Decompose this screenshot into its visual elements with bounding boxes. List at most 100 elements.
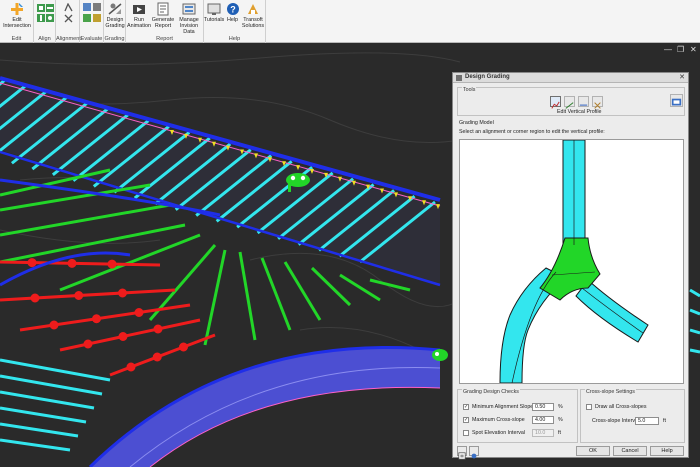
max-cross-slope-unit: %	[558, 417, 563, 423]
ribbon-toolbar: Edit Intersection Edit Align Alignment E…	[0, 0, 700, 43]
grading-line	[203, 249, 227, 346]
ribbon-group-report: Run Animation Generate Report Manage Inv…	[126, 0, 204, 43]
max-cross-slope-input[interactable]: 4.00	[532, 416, 554, 424]
group-label-alignment: Alignment	[56, 36, 81, 42]
align-bottom-icon[interactable]	[46, 14, 54, 22]
tools-group-label: Tools	[462, 87, 477, 93]
grade-tool-3[interactable]	[578, 96, 589, 107]
group-label-report: Report	[156, 36, 173, 42]
slope-node	[67, 258, 77, 268]
slope-node	[152, 352, 162, 362]
grade-tool-4[interactable]	[592, 96, 603, 109]
grade-tool-2[interactable]	[564, 96, 575, 109]
align-top-icon[interactable]	[37, 14, 45, 22]
dialog-title: Design Grading	[465, 74, 510, 80]
cross-slope-interval-input[interactable]: 5.0	[635, 417, 659, 425]
help-button[interactable]: Help	[650, 446, 684, 456]
edit-intersection-icon	[11, 3, 23, 15]
spot-elevation-input[interactable]: 10.0	[532, 429, 554, 437]
svg-text:?: ?	[230, 5, 236, 15]
min-alignment-slope-label: Minimum Alignment Slope	[472, 404, 534, 410]
slope-node	[30, 293, 40, 303]
evaluate-path-icon[interactable]	[93, 14, 101, 22]
run-animation-button[interactable]: Run Animation	[127, 2, 151, 29]
help-ribbon-button[interactable]: ? Help	[224, 2, 241, 23]
ribbon-group-alignment: Alignment	[56, 0, 81, 43]
design-grading-button[interactable]: Design Grading	[105, 2, 125, 29]
slope-node	[74, 291, 84, 300]
max-cross-slope-checkbox[interactable]: ✓	[463, 417, 469, 423]
manage-invision-data-label: Manage Invision Data	[179, 17, 199, 35]
cross-slope-line	[0, 406, 87, 424]
grading-line	[0, 203, 171, 237]
grading-line	[369, 278, 411, 292]
right-edge-lines	[689, 288, 700, 354]
transoft-solutions-button[interactable]: Transoft Solutions	[240, 2, 266, 29]
red-slope-lines	[0, 258, 216, 377]
ok-button[interactable]: OK	[576, 446, 610, 456]
slope-node	[118, 288, 127, 298]
dialog-tool-left-1[interactable]	[457, 446, 467, 460]
grading-design-checks-label: Grading Design Checks	[462, 389, 520, 395]
cross-slope-line	[0, 374, 103, 396]
edit-intersection-label: Edit Intersection	[3, 17, 31, 29]
cross-slope-settings-group: Cross-slope Settings Draw all Cross-slop…	[580, 389, 685, 443]
edit-vertical-profile-tool[interactable]	[550, 96, 561, 109]
intersection-preview	[499, 139, 649, 384]
dialog-app-icon	[456, 75, 462, 81]
slope-node	[179, 342, 188, 352]
tutorials-label: Tutorials	[203, 17, 225, 23]
dialog-tool-left-2[interactable]	[469, 446, 479, 459]
transoft-solutions-label: Transoft Solutions	[241, 17, 265, 29]
cross-slope-interval-unit: ft	[663, 418, 666, 424]
grading-model-canvas[interactable]	[459, 139, 684, 384]
view-options-tool[interactable]	[670, 94, 683, 107]
cancel-button[interactable]: Cancel	[613, 446, 647, 456]
manage-invision-data-button[interactable]: Manage Invision Data	[175, 2, 203, 35]
cross-slope-line	[0, 358, 111, 382]
spot-elevation-label: Spot Elevation Interval	[472, 430, 525, 436]
slope-node	[134, 308, 144, 317]
alignment-tool-icon[interactable]	[64, 3, 73, 12]
grading-line	[339, 273, 381, 302]
spot-elevation-checkbox[interactable]	[463, 430, 469, 436]
viewport-restore-button[interactable]: ❐	[677, 45, 684, 54]
evaluate-sightline-icon[interactable]	[83, 3, 91, 11]
dialog-title-bar[interactable]: Design Grading ✕	[453, 73, 688, 83]
viewport-close-button[interactable]: ✕	[690, 45, 697, 54]
view-options-icon	[671, 98, 682, 106]
run-animation-label: Run Animation	[127, 17, 151, 29]
slope-node	[153, 324, 163, 334]
manage-invision-data-icon	[182, 3, 196, 15]
min-alignment-slope-input[interactable]: 0.50	[532, 403, 554, 411]
draw-all-cross-slopes-checkbox[interactable]	[586, 404, 592, 410]
group-label-grading: Grading	[104, 36, 125, 42]
ribbon-group-evaluate: Evaluate	[80, 0, 104, 43]
ribbon-group-help: Tutorials ? Help Transoft Solutions Help	[204, 0, 266, 43]
min-alignment-slope-unit: %	[558, 404, 563, 410]
ribbon-group-edit: Edit Intersection Edit	[0, 0, 34, 43]
evaluate-clearance-icon[interactable]	[93, 3, 101, 11]
slope-line	[109, 333, 216, 377]
evaluate-turn-icon[interactable]	[83, 14, 91, 22]
min-alignment-slope-checkbox[interactable]: ✓	[463, 404, 469, 410]
generate-report-button[interactable]: Generate Report	[150, 2, 176, 29]
tools-group: Tools Edit Vertical Profile	[457, 87, 685, 116]
max-cross-slope-label: Maximum Cross-slope	[472, 417, 525, 423]
grading-line	[238, 251, 257, 341]
align-left-icon[interactable]	[37, 4, 45, 12]
tutorials-button[interactable]: Tutorials	[204, 2, 224, 23]
edit-intersection-button[interactable]: Edit Intersection	[2, 2, 32, 29]
alignment-edit-icon[interactable]	[64, 14, 73, 23]
viewport-minimize-button[interactable]: —	[664, 45, 672, 54]
cross-slope-line	[0, 390, 95, 410]
spot-elevation-unit: ft	[558, 430, 561, 436]
dialog-close-icon[interactable]: ✕	[679, 73, 685, 81]
edit-vertical-profile-label: Edit Vertical Profile	[557, 109, 602, 115]
grading-model-label: Grading Model	[459, 120, 494, 126]
align-right-icon[interactable]	[46, 4, 54, 12]
group-label-evaluate: Evaluate	[80, 36, 103, 42]
slope-node	[27, 258, 37, 268]
grading-line	[310, 266, 352, 307]
ribbon-group-grading: Design Grading Grading	[104, 0, 126, 43]
